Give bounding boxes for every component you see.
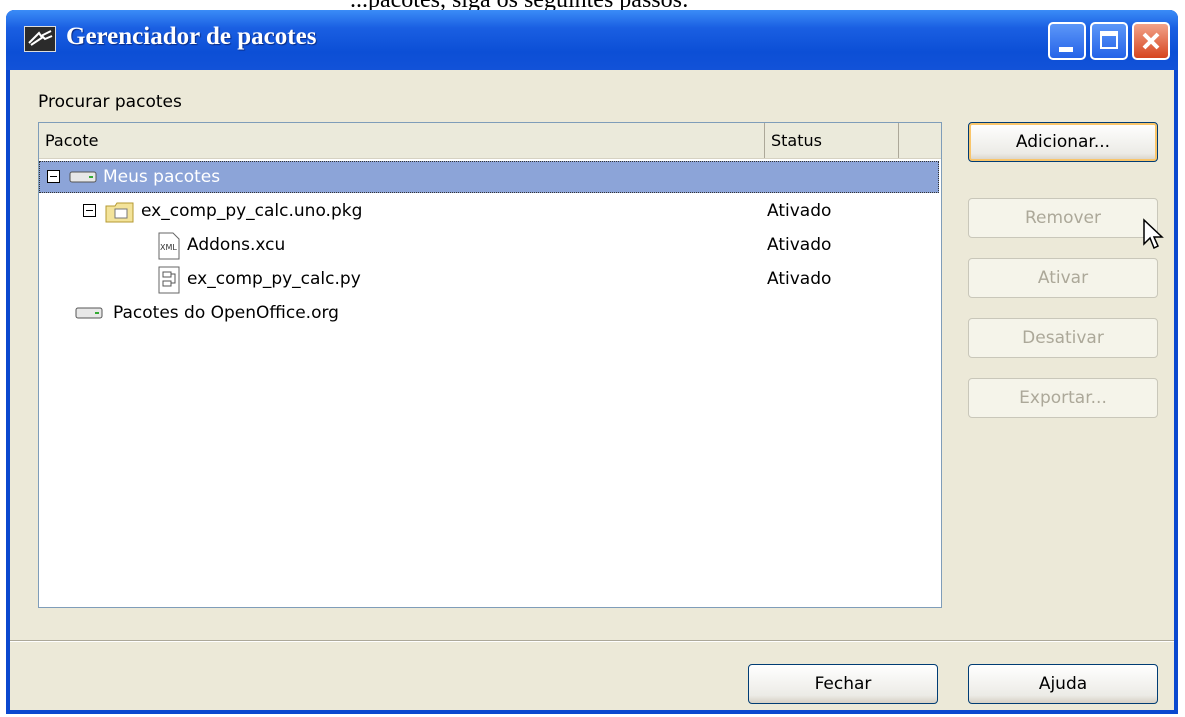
remove-button[interactable]: Remover bbox=[968, 198, 1158, 238]
package-tree[interactable]: Pacote Status Meus pacotes ex_comp_py_ca… bbox=[38, 122, 942, 608]
activate-button[interactable]: Ativar bbox=[968, 258, 1158, 298]
tree-item-package[interactable]: ex_comp_py_calc.uno.pkg Ativado bbox=[39, 195, 939, 229]
tree-item-status: Ativado bbox=[767, 235, 832, 255]
collapse-icon[interactable] bbox=[47, 170, 60, 183]
tree-item-label: ex_comp_py_calc.uno.pkg bbox=[141, 201, 363, 221]
tree-item-label: Addons.xcu bbox=[187, 235, 286, 255]
maximize-button[interactable] bbox=[1090, 22, 1128, 60]
window-title: Gerenciador de pacotes bbox=[66, 23, 317, 50]
deactivate-button[interactable]: Desativar bbox=[968, 318, 1158, 358]
xml-file-icon: XML bbox=[158, 232, 180, 260]
minimize-button[interactable] bbox=[1048, 22, 1086, 60]
component-file-icon bbox=[158, 266, 180, 294]
minimize-icon bbox=[1059, 47, 1073, 52]
help-button[interactable]: Ajuda bbox=[968, 664, 1158, 704]
collapse-icon[interactable] bbox=[83, 204, 96, 217]
tree-item-status: Ativado bbox=[767, 269, 832, 289]
tree-item-file[interactable]: XML Addons.xcu Ativado bbox=[39, 229, 939, 263]
tree-item-label: Pacotes do OpenOffice.org bbox=[113, 303, 339, 323]
add-button[interactable]: Adicionar... bbox=[968, 122, 1158, 162]
close-window-button[interactable] bbox=[1132, 22, 1170, 60]
export-button[interactable]: Exportar... bbox=[968, 378, 1158, 418]
tree-item-file[interactable]: ex_comp_py_calc.py Ativado bbox=[39, 263, 939, 297]
drive-icon bbox=[69, 171, 97, 183]
package-folder-icon bbox=[105, 202, 134, 223]
maximize-icon bbox=[1100, 31, 1118, 49]
svg-text:XML: XML bbox=[160, 243, 177, 252]
column-header: Pacote Status bbox=[39, 123, 941, 159]
browse-packages-label: Procurar pacotes bbox=[38, 92, 182, 112]
separator bbox=[10, 640, 1174, 642]
title-bar[interactable]: Gerenciador de pacotes bbox=[6, 10, 1178, 70]
tree-item-my-packages[interactable]: Meus pacotes bbox=[39, 161, 939, 195]
tree-item-status: Ativado bbox=[767, 201, 832, 221]
drive-icon bbox=[75, 307, 103, 319]
package-manager-window: Gerenciador de pacotes Procurar pacotes … bbox=[6, 10, 1178, 714]
mouse-cursor-icon bbox=[1143, 218, 1164, 250]
tree-item-label: Meus pacotes bbox=[103, 167, 221, 187]
close-icon bbox=[1142, 32, 1160, 50]
column-header-package[interactable]: Pacote bbox=[39, 123, 765, 158]
dialog-body: Procurar pacotes Pacote Status Meus paco… bbox=[10, 70, 1174, 710]
tree-item-openoffice-packages[interactable]: Pacotes do OpenOffice.org bbox=[39, 297, 939, 331]
app-icon bbox=[24, 26, 56, 52]
column-header-status[interactable]: Status bbox=[765, 123, 899, 158]
tree-item-label: ex_comp_py_calc.py bbox=[187, 269, 361, 289]
close-button[interactable]: Fechar bbox=[748, 664, 938, 704]
